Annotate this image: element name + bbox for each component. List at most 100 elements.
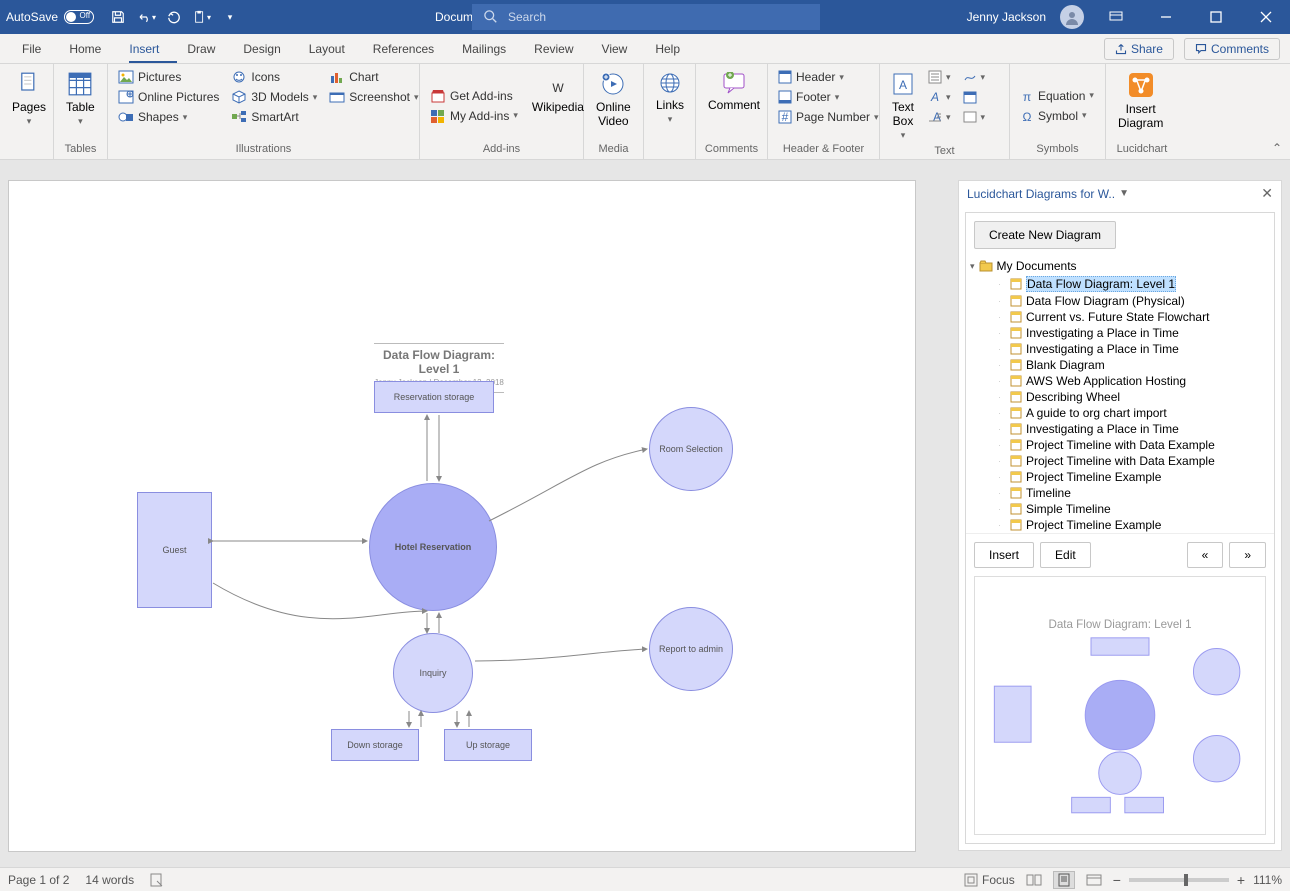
user-avatar-icon[interactable] (1060, 5, 1084, 29)
word-count[interactable]: 14 words (85, 873, 134, 887)
tree-item[interactable]: ·Timeline (970, 485, 1270, 501)
get-addins-button[interactable]: Get Add-ins (426, 87, 522, 105)
print-layout-icon[interactable] (1053, 871, 1075, 889)
page-number-button[interactable]: #Page Number ▾ (774, 108, 883, 126)
proofing-icon[interactable] (150, 873, 164, 887)
table-button[interactable]: Table▾ (60, 68, 101, 143)
share-button[interactable]: Share (1104, 38, 1174, 60)
create-new-diagram-button[interactable]: Create New Diagram (974, 221, 1116, 249)
zoom-in-button[interactable]: + (1237, 872, 1245, 888)
wikipedia-button[interactable]: WWikipedia (526, 68, 590, 143)
insert-diagram-button[interactable]: Insert Diagram (1112, 68, 1169, 143)
user-name: Jenny Jackson (967, 10, 1046, 24)
tree-item[interactable]: ·Describing Wheel (970, 389, 1270, 405)
tab-review[interactable]: Review (520, 34, 587, 64)
tab-file[interactable]: File (8, 34, 55, 64)
addins-icon (430, 109, 446, 123)
tree-item[interactable]: ·Data Flow Diagram (Physical) (970, 293, 1270, 309)
tab-insert[interactable]: Insert (115, 34, 173, 64)
undo-icon[interactable]: ▾ (134, 5, 158, 29)
tab-design[interactable]: Design (229, 34, 294, 64)
close-icon[interactable] (1248, 0, 1284, 34)
tree-item[interactable]: ·Project Timeline Example (970, 517, 1270, 533)
equation-button[interactable]: πEquation ▾ (1016, 87, 1098, 105)
page-indicator[interactable]: Page 1 of 2 (8, 873, 69, 887)
smartart-button[interactable]: SmartArt (227, 108, 321, 126)
minimize-icon[interactable] (1148, 0, 1184, 34)
group-tables: Tables (60, 143, 101, 159)
comments-button[interactable]: Comments (1184, 38, 1280, 60)
tree-item[interactable]: ·Investigating a Place in Time (970, 421, 1270, 437)
prev-page-button[interactable]: « (1187, 542, 1224, 568)
tab-mailings[interactable]: Mailings (448, 34, 520, 64)
screenshot-button[interactable]: Screenshot ▾ (325, 88, 422, 106)
date-time-button[interactable] (959, 88, 990, 106)
dropcap-button[interactable]: A▾ (924, 108, 955, 126)
tree-item[interactable]: ·Data Flow Diagram: Level 1 (970, 275, 1270, 293)
online-video-button[interactable]: Online Video (590, 68, 637, 143)
edit-button[interactable]: Edit (1040, 542, 1091, 568)
read-mode-icon[interactable] (1023, 871, 1045, 889)
tab-help[interactable]: Help (641, 34, 694, 64)
footer-button[interactable]: Footer ▾ (774, 88, 883, 106)
tab-layout[interactable]: Layout (295, 34, 359, 64)
pictures-button[interactable]: Pictures (114, 68, 223, 86)
object-button[interactable]: ▾ (959, 108, 990, 126)
shapes-button[interactable]: Shapes ▾ (114, 108, 223, 126)
symbol-button[interactable]: ΩSymbol ▾ (1016, 107, 1098, 125)
tab-home[interactable]: Home (55, 34, 115, 64)
tree-item-label: Data Flow Diagram (Physical) (1026, 294, 1185, 308)
ribbon-options-icon[interactable] (1098, 0, 1134, 34)
quickparts-button[interactable]: ▾ (924, 68, 955, 86)
tree-item[interactable]: ·Investigating a Place in Time (970, 325, 1270, 341)
paste-icon[interactable]: ▾ (190, 5, 214, 29)
pane-close-icon[interactable]: ✕ (1261, 185, 1273, 202)
insert-button[interactable]: Insert (974, 542, 1034, 568)
zoom-slider[interactable] (1129, 878, 1229, 882)
tree-item[interactable]: ·Project Timeline with Data Example (970, 437, 1270, 453)
tab-references[interactable]: References (359, 34, 448, 64)
tree-item[interactable]: ·Blank Diagram (970, 357, 1270, 373)
qat-customize-icon[interactable]: ▾ (218, 5, 242, 29)
tree-item[interactable]: ·Project Timeline Example (970, 469, 1270, 485)
text-box-button[interactable]: AText Box ▾ (886, 68, 920, 145)
group-media: Media (590, 143, 637, 159)
redo-icon[interactable] (162, 5, 186, 29)
zoom-level[interactable]: 111% (1253, 873, 1282, 887)
tab-view[interactable]: View (588, 34, 642, 64)
my-addins-button[interactable]: My Add-ins ▾ (426, 107, 522, 125)
pictures-icon (118, 70, 134, 84)
signature-button[interactable]: ▾ (959, 68, 990, 86)
web-layout-icon[interactable] (1083, 871, 1105, 889)
chart-button[interactable]: Chart (325, 68, 422, 86)
online-pictures-button[interactable]: Online Pictures (114, 88, 223, 106)
tab-draw[interactable]: Draw (173, 34, 229, 64)
tree-item[interactable]: ·AWS Web Application Hosting (970, 373, 1270, 389)
tree-item[interactable]: ·Project Timeline with Data Example (970, 453, 1270, 469)
3d-models-button[interactable]: 3D Models ▾ (227, 88, 321, 106)
node-hotel-reservation: Hotel Reservation (369, 483, 497, 611)
collapse-ribbon-icon[interactable]: ⌃ (1272, 141, 1282, 155)
header-button[interactable]: Header ▾ (774, 68, 883, 86)
focus-mode-button[interactable]: Focus (964, 873, 1015, 887)
tree-item-label: Project Timeline with Data Example (1026, 454, 1215, 468)
search-box[interactable]: Search (472, 4, 820, 30)
comment-button[interactable]: Comment (702, 68, 766, 143)
tree-item-label: Timeline (1026, 486, 1071, 500)
icons-button[interactable]: Icons (227, 68, 321, 86)
tree-item-label: AWS Web Application Hosting (1026, 374, 1186, 388)
wordart-button[interactable]: A▾ (924, 88, 955, 106)
tree-item[interactable]: ·Simple Timeline (970, 501, 1270, 517)
next-page-button[interactable]: » (1229, 542, 1266, 568)
save-icon[interactable] (106, 5, 130, 29)
links-button[interactable]: Links▾ (650, 68, 690, 143)
zoom-out-button[interactable]: − (1113, 872, 1121, 888)
tree-folder[interactable]: ▾My Documents (970, 257, 1270, 275)
tree-item[interactable]: ·Investigating a Place in Time (970, 341, 1270, 357)
tree-item[interactable]: ·Current vs. Future State Flowchart (970, 309, 1270, 325)
pages-button[interactable]: Pages▾ (6, 68, 52, 143)
maximize-icon[interactable] (1198, 0, 1234, 34)
tree-item[interactable]: ·A guide to org chart import (970, 405, 1270, 421)
pane-menu-icon[interactable]: ▼ (1119, 188, 1129, 199)
autosave-toggle[interactable]: Off (64, 10, 94, 24)
